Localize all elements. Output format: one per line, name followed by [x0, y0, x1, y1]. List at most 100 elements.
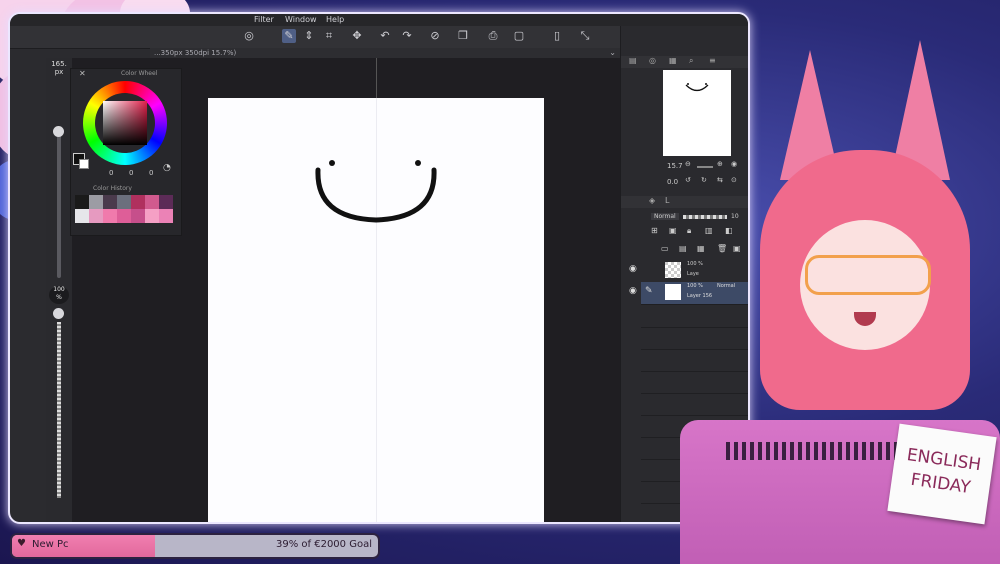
drawing-canvas[interactable]: [208, 98, 544, 522]
clip-icon[interactable]: ⊞: [651, 226, 658, 235]
fit-icon[interactable]: ◉: [731, 160, 737, 168]
preview-drawing: [685, 83, 709, 92]
navigator-tab-icon[interactable]: ▤: [629, 56, 637, 65]
layer-opacity-value: 10: [731, 213, 739, 220]
layer-name: Laye: [687, 271, 699, 277]
rotation-value: 0.0: [667, 178, 679, 186]
layer-property-icon[interactable]: L: [665, 196, 669, 205]
heart-icon: ♥: [17, 538, 26, 549]
document-tab[interactable]: ...350px 350dpi 15.7%) ⌄: [150, 48, 620, 58]
color-history-swatch[interactable]: [103, 209, 117, 223]
layer-toolbar-1: ⊞ ▣ 🔒︎ ▥ ◧: [621, 226, 748, 240]
visibility-eye-icon[interactable]: ◉: [629, 264, 637, 274]
color-history-swatch[interactable]: [75, 209, 89, 223]
rotate-right-icon[interactable]: ↻: [701, 176, 707, 184]
flip-icon[interactable]: ⇆: [717, 176, 723, 184]
color-history-swatch[interactable]: [89, 209, 103, 223]
smiley-mouth: [315, 167, 437, 223]
color-history-swatch[interactable]: [89, 195, 103, 209]
mask-icon[interactable]: ◧: [725, 226, 733, 235]
updown-icon[interactable]: ⇕: [302, 29, 316, 43]
redo-icon[interactable]: ↷: [400, 29, 414, 43]
new-raster-layer-icon[interactable]: ▭: [661, 244, 669, 253]
pen-tool-icon[interactable]: ✎: [282, 29, 296, 43]
goal-text: 39% of €2000 Goal: [276, 539, 372, 550]
layer-row-selected[interactable]: ◉ ✎ 100 % Normal Layer 156: [629, 282, 748, 305]
layer-toolbar-2: ▭ ▤ ▦ 🗑︎ ▣: [621, 244, 748, 258]
navigator-rotate-row: 0.0 ↺ ↻ ⇆ ⊙: [621, 176, 748, 190]
smiley-drawing: [315, 160, 437, 223]
menu-help[interactable]: Help: [326, 15, 344, 24]
rotate-left-icon[interactable]: ↺: [685, 176, 691, 184]
move-icon[interactable]: ✥: [350, 29, 364, 43]
saturation-square[interactable]: [103, 101, 147, 145]
layer-opacity-slider[interactable]: [683, 215, 727, 219]
reset-rotation-icon[interactable]: ⊙: [731, 176, 737, 184]
search-tab-icon[interactable]: ⌕: [689, 56, 693, 66]
device-icon[interactable]: ▯: [550, 29, 564, 43]
layer-row[interactable]: ◉ 100 % Laye: [629, 260, 748, 283]
layer-thumbnail: [665, 284, 681, 300]
opacity-value: 100%: [49, 286, 69, 304]
color-history-swatch[interactable]: [75, 195, 89, 209]
color-history-swatch[interactable]: [131, 195, 145, 209]
blend-mode-select[interactable]: Normal: [651, 213, 679, 220]
layer-name: Layer 156: [687, 293, 713, 299]
menu-window[interactable]: Window: [285, 15, 317, 24]
opacity-slider-handle[interactable]: [53, 308, 64, 319]
brush-size-slider-track[interactable]: [57, 128, 61, 278]
color-history-swatch[interactable]: [131, 209, 145, 223]
document-info: ...350px 350dpi 15.7%): [154, 49, 237, 57]
color-history-swatch[interactable]: [103, 195, 117, 209]
layers-icon[interactable]: ❐: [456, 29, 470, 43]
info-tab-icon[interactable]: ◎: [649, 56, 656, 65]
reference-icon[interactable]: ▣: [669, 226, 677, 235]
app-window: Filter Window Help ◎ ✎ ⇕ ✥ ⌗ ↶ ↷ ⊘ ❐ ⎙ ▢…: [8, 12, 750, 524]
menu-filter[interactable]: Filter: [254, 15, 274, 24]
sub-view-tab-icon[interactable]: ▦: [669, 56, 677, 65]
collapse-icon[interactable]: ⌄: [609, 48, 616, 57]
lock-alpha-icon[interactable]: ▥: [705, 226, 713, 235]
panel-close-icon[interactable]: ✕: [79, 69, 86, 78]
layer-tab-bar: ◈ L: [621, 196, 748, 208]
panel-tab-bar: ▤ ◎ ▦ ⌕ ≡: [621, 56, 748, 68]
zoom-in-icon[interactable]: ⊕: [717, 160, 723, 168]
zoom-out-icon[interactable]: ⊖: [685, 160, 691, 168]
menu-tab-icon[interactable]: ≡: [709, 56, 716, 65]
zoom-slider[interactable]: [697, 166, 713, 168]
layer-tab-icon[interactable]: ◈: [649, 196, 655, 205]
layer-mode: Normal: [717, 283, 736, 289]
new-vector-layer-icon[interactable]: ▤: [679, 244, 687, 253]
visibility-eye-icon[interactable]: ◉: [629, 286, 637, 296]
color-history-swatch[interactable]: [145, 195, 159, 209]
sub-color-swatch[interactable]: [79, 159, 89, 169]
menu-bar: Filter Window Help: [10, 14, 748, 26]
layer-mask-icon[interactable]: ▣: [733, 244, 741, 253]
color-history-swatch[interactable]: [159, 209, 173, 223]
opacity-slider-track[interactable]: [57, 322, 61, 498]
eyedropper-icon[interactable]: ◔: [163, 163, 171, 173]
crop-icon[interactable]: ⌗: [322, 29, 336, 43]
lock-icon[interactable]: 🔒︎: [687, 226, 691, 236]
smiley-right-eye: [415, 160, 421, 166]
frame-icon[interactable]: ▢: [512, 29, 526, 43]
brush-size-value: 165. px: [51, 60, 67, 76]
color-history-swatch[interactable]: [117, 195, 131, 209]
delete-layer-icon[interactable]: 🗑︎: [717, 244, 727, 253]
brush-size-slider-handle[interactable]: [53, 126, 64, 137]
color-history-swatch[interactable]: [159, 195, 173, 209]
new-folder-icon[interactable]: ▦: [697, 244, 705, 253]
color-value-2: 0: [149, 169, 154, 177]
color-history-swatch[interactable]: [117, 209, 131, 223]
color-history-title: Color History: [93, 185, 132, 192]
color-history-swatch[interactable]: [145, 209, 159, 223]
resize-icon[interactable]: ⤡: [578, 29, 592, 43]
print-icon[interactable]: ⎙: [486, 29, 500, 43]
blend-mode-row: Normal 10: [621, 210, 748, 224]
clear-icon[interactable]: ⊘: [428, 29, 442, 43]
spiral-icon[interactable]: ◎: [242, 29, 256, 43]
undo-icon[interactable]: ↶: [378, 29, 392, 43]
color-wheel-title: Color Wheel: [121, 70, 158, 77]
smiley-left-eye: [329, 160, 335, 166]
navigator-preview[interactable]: [663, 70, 731, 156]
